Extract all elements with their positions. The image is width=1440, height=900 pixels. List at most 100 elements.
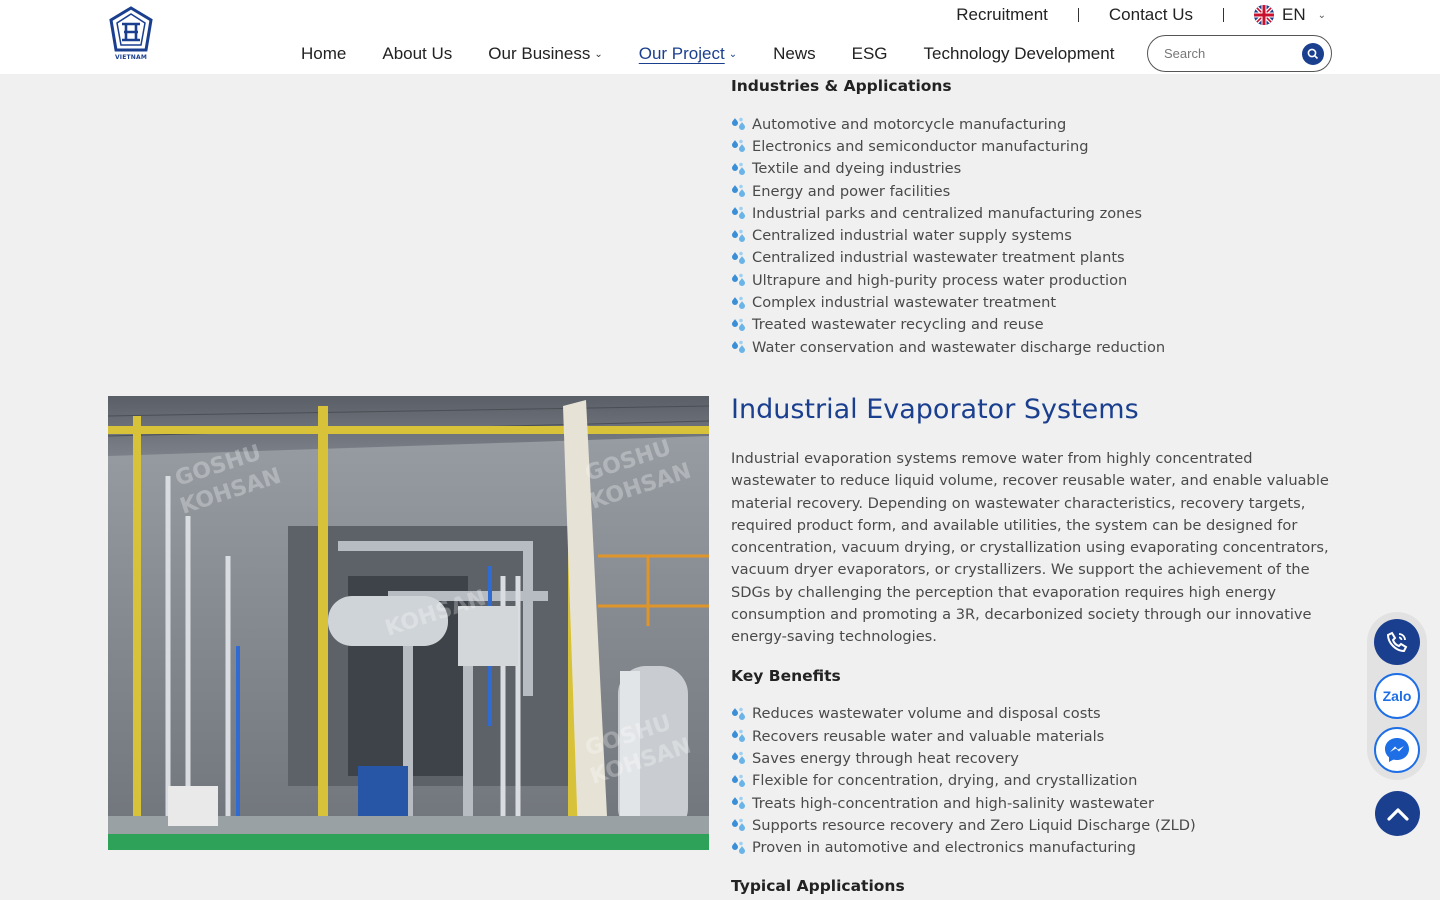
water-drop-bullet-icon (732, 707, 745, 720)
messenger-icon (1385, 738, 1409, 762)
list-item-text: Electronics and semiconductor manufactur… (752, 137, 1089, 155)
industries-list: Automotive and motorcycle manufacturing E… (731, 113, 1336, 358)
search-box (1147, 35, 1332, 72)
zalo-icon: Zalo (1382, 688, 1412, 704)
nav-label: Our Business (488, 44, 591, 63)
water-drop-bullet-icon (732, 207, 745, 220)
search-icon (1307, 48, 1319, 60)
list-item-text: Recovers reusable water and valuable mat… (752, 727, 1105, 745)
site-header: VIETNAM Recruitment Contact Us EN ⌄ Home… (0, 0, 1440, 74)
messenger-button[interactable] (1374, 727, 1420, 773)
nav-label: Home (301, 44, 347, 63)
back-to-top-button[interactable] (1375, 791, 1420, 836)
list-item-text: Water conservation and wastewater discha… (752, 338, 1166, 356)
language-label: EN (1281, 5, 1306, 24)
divider (1077, 8, 1079, 22)
logo-caption: VIETNAM (114, 54, 148, 61)
company-logo[interactable]: VIETNAM (108, 6, 154, 62)
water-drop-bullet-icon (732, 296, 745, 309)
list-item: Industrial parks and centralized manufac… (731, 202, 1336, 224)
water-drop-bullet-icon (732, 774, 745, 787)
nav-item-about-us[interactable]: About Us (364, 36, 470, 72)
evaporator-system-photo: GOSHU KOHSAN GOSHU KOHSAN KOHSAN GOSHU K… (108, 396, 709, 850)
water-drop-bullet-icon (732, 229, 745, 242)
list-item-text: Industrial parks and centralized manufac… (752, 204, 1143, 222)
floating-contact-panel: Zalo (1367, 612, 1427, 780)
list-item: Automotive and motorcycle manufacturing (731, 113, 1336, 135)
water-drop-bullet-icon (732, 818, 745, 832)
list-item-text: Treated wastewater recycling and reuse (752, 316, 1044, 334)
list-item: Recovers reusable water and valuable mat… (731, 725, 1336, 747)
list-item: Reduces wastewater volume and disposal c… (731, 703, 1336, 725)
list-item-text: Treats high-concentration and high-salin… (752, 794, 1155, 812)
nav-item-our-project[interactable]: Our Project ⌄ (621, 36, 755, 72)
top-utility-bar: Recruitment Contact Us EN ⌄ (956, 2, 1332, 28)
list-item: Textile and dyeing industries (731, 158, 1336, 180)
list-item-text: Supports resource recovery and Zero Liqu… (752, 816, 1196, 834)
water-drop-bullet-icon (732, 140, 745, 153)
nav-item-technology-development[interactable]: Technology Development (906, 36, 1133, 72)
list-item: Energy and power facilities (731, 180, 1336, 202)
list-item-text: Centralized industrial water supply syst… (752, 227, 1072, 245)
water-drop-bullet-icon (732, 117, 745, 131)
water-drop-bullet-icon (732, 796, 745, 809)
list-item-text: Flexible for concentration, drying, and … (752, 772, 1138, 790)
nav-label: Technology Development (923, 44, 1115, 63)
list-item: Supports resource recovery and Zero Liqu… (731, 814, 1336, 836)
chevron-down-icon: ⌄ (594, 48, 603, 60)
water-drop-bullet-icon (732, 273, 745, 287)
list-item-text: Complex industrial wastewater treatment (752, 294, 1057, 312)
list-item: Centralized industrial wastewater treatm… (731, 247, 1336, 269)
nav-label: About Us (382, 44, 453, 63)
list-item: Saves energy through heat recovery (731, 747, 1336, 769)
list-item: Treats high-concentration and high-salin… (731, 792, 1336, 814)
list-item-text: Energy and power facilities (752, 182, 951, 200)
recruitment-link[interactable]: Recruitment (956, 5, 1048, 25)
list-item-text: Centralized industrial wastewater treatm… (752, 249, 1125, 267)
nav-label: Our Project (638, 44, 725, 63)
water-drop-bullet-icon (732, 729, 745, 743)
phone-button[interactable] (1374, 619, 1420, 665)
section-title: Industrial Evaporator Systems (731, 394, 1139, 425)
list-item-text: Proven in automotive and electronics man… (752, 839, 1136, 857)
nav-item-home[interactable]: Home (283, 36, 364, 72)
list-item-text: Saves energy through heat recovery (752, 749, 1019, 767)
water-drop-bullet-icon (732, 162, 745, 175)
phone-icon (1386, 631, 1408, 653)
list-item: Ultrapure and high-purity process water … (731, 269, 1336, 291)
uk-flag-icon (1253, 5, 1274, 25)
logo-emblem-icon (109, 6, 153, 52)
water-drop-bullet-icon (732, 340, 745, 354)
water-drop-bullet-icon (732, 318, 745, 331)
zalo-button[interactable]: Zalo (1374, 673, 1420, 719)
list-item: Proven in automotive and electronics man… (731, 836, 1336, 858)
list-item: Complex industrial wastewater treatment (731, 291, 1336, 313)
chevron-down-icon: ⌄ (1317, 9, 1326, 21)
evaporator-section: Industrial Evaporator Systems Industrial… (731, 394, 1336, 895)
nav-item-our-business[interactable]: Our Business ⌄ (470, 36, 620, 72)
contact-link[interactable]: Contact Us (1109, 5, 1193, 25)
section-heading: Industries & Applications (731, 77, 952, 95)
chevron-down-icon: ⌄ (728, 48, 738, 60)
nav-label: ESG (851, 44, 888, 63)
list-item: Treated wastewater recycling and reuse (731, 314, 1336, 336)
list-item: Flexible for concentration, drying, and … (731, 770, 1336, 792)
water-drop-bullet-icon (732, 184, 745, 198)
section-description: Industrial evaporation systems remove wa… (731, 450, 1329, 646)
list-item: Centralized industrial water supply syst… (731, 224, 1336, 246)
nav-item-esg[interactable]: ESG (834, 36, 906, 72)
nav-item-news[interactable]: News (755, 36, 834, 72)
benefits-heading: Key Benefits (731, 666, 841, 685)
water-drop-bullet-icon (732, 251, 745, 264)
nav-label: News (773, 44, 816, 63)
search-button[interactable] (1302, 43, 1324, 65)
list-item: Water conservation and wastewater discha… (731, 336, 1336, 358)
applications-heading: Typical Applications (731, 876, 905, 895)
search-input[interactable] (1164, 46, 1294, 61)
list-item-text: Automotive and motorcycle manufacturing (752, 115, 1067, 133)
industries-section: Industries & Applications Automotive and… (731, 77, 1336, 358)
water-drop-bullet-icon (732, 752, 745, 765)
chevron-up-icon (1386, 807, 1409, 821)
language-selector[interactable]: EN ⌄ (1253, 5, 1326, 25)
list-item: Electronics and semiconductor manufactur… (731, 135, 1336, 157)
